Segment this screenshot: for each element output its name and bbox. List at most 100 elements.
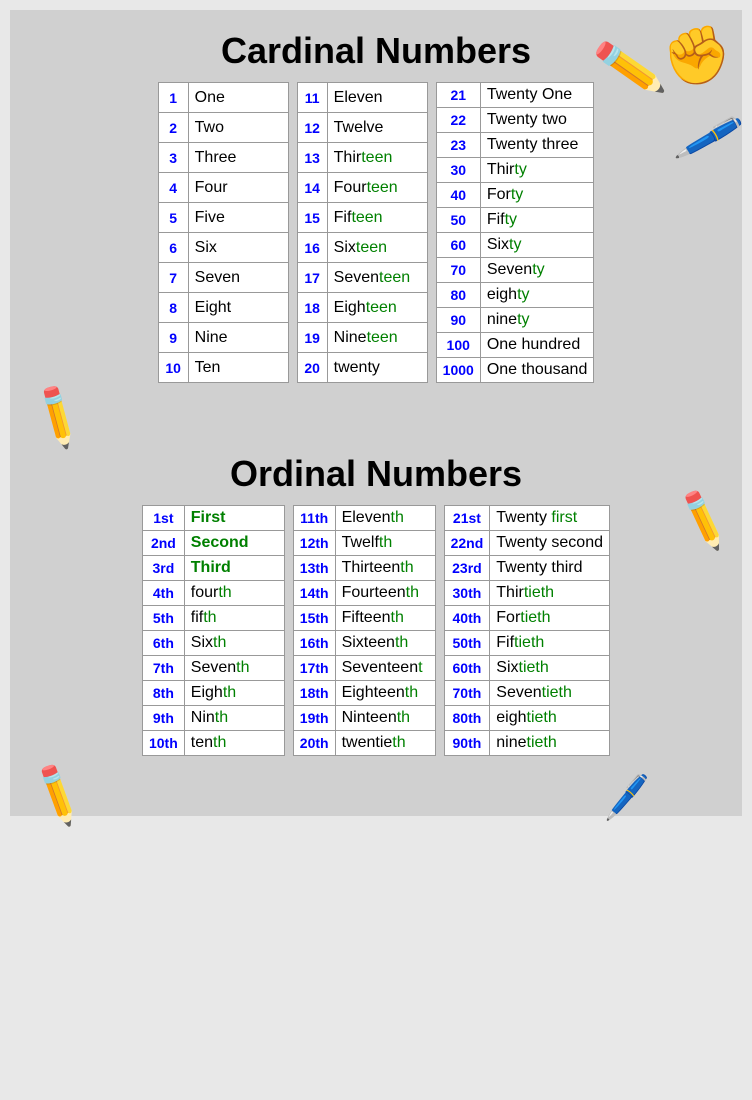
table-row: 90 ninety	[436, 308, 594, 333]
number-cell: 9	[158, 323, 188, 353]
word-cell: Eighth	[184, 681, 284, 706]
cardinal-tables-row: 1 One 2 Two 3 Three 4 Four 5 Five 6 Six …	[20, 82, 732, 383]
table-row: 13 Thirteen	[297, 143, 427, 173]
table-row: 70th Seventieth	[444, 681, 609, 706]
word-cell: One hundred	[480, 333, 594, 358]
table-row: 4 Four	[158, 173, 288, 203]
table-row: 13th Thirteenth	[293, 556, 435, 581]
table-row: 18th Eighteenth	[293, 681, 435, 706]
pencil-br1-icon: ✏️	[21, 759, 94, 831]
word-cell: Thirty	[480, 158, 594, 183]
number-cell: 22	[436, 108, 480, 133]
word-cell: Fifteenth	[335, 606, 435, 631]
number-cell: 11	[297, 83, 327, 113]
table-row: 1000 One thousand	[436, 358, 594, 383]
word-cell: tenth	[184, 731, 284, 756]
word-cell: Eighteen	[327, 293, 427, 323]
number-cell: 17th	[293, 656, 335, 681]
table-row: 18 Eighteen	[297, 293, 427, 323]
ordinal-table-2: 11th Eleventh 12th Twelfth 13th Thirteen…	[293, 505, 436, 756]
word-cell: Nineteen	[327, 323, 427, 353]
table-row: 16th Sixteenth	[293, 631, 435, 656]
word-cell: One	[188, 83, 288, 113]
table-row: 3 Three	[158, 143, 288, 173]
table-row: 2nd Second	[142, 531, 284, 556]
number-cell: 50	[436, 208, 480, 233]
word-cell: Eleven	[327, 83, 427, 113]
ordinal-table-1: 1st First 2nd Second 3rd Third 4th fourt…	[142, 505, 285, 756]
table-row: 100 One hundred	[436, 333, 594, 358]
word-cell: Twenty first	[490, 506, 610, 531]
ordinal-title: Ordinal Numbers	[20, 453, 732, 495]
number-cell: 15th	[293, 606, 335, 631]
number-cell: 5th	[142, 606, 184, 631]
table-row: 80th eightieth	[444, 706, 609, 731]
number-cell: 10	[158, 353, 188, 383]
word-cell: twentieth	[335, 731, 435, 756]
word-cell: Ninteenth	[335, 706, 435, 731]
word-cell: Four	[188, 173, 288, 203]
table-row: 7 Seven	[158, 263, 288, 293]
number-cell: 8	[158, 293, 188, 323]
word-cell: Seventh	[184, 656, 284, 681]
number-cell: 7	[158, 263, 188, 293]
table-row: 3rd Third	[142, 556, 284, 581]
table-row: 22nd Twenty second	[444, 531, 609, 556]
number-cell: 100	[436, 333, 480, 358]
word-cell: Fiftieth	[490, 631, 610, 656]
word-cell: Sixty	[480, 233, 594, 258]
word-cell: Twenty third	[490, 556, 610, 581]
word-cell: Twelve	[327, 113, 427, 143]
number-cell: 20	[297, 353, 327, 383]
table-row: 1 One	[158, 83, 288, 113]
table-row: 20th twentieth	[293, 731, 435, 756]
word-cell: Three	[188, 143, 288, 173]
word-cell: Two	[188, 113, 288, 143]
number-cell: 11th	[293, 506, 335, 531]
number-cell: 13	[297, 143, 327, 173]
number-cell: 80	[436, 283, 480, 308]
word-cell: Sixteen	[327, 233, 427, 263]
number-cell: 18th	[293, 681, 335, 706]
word-cell: twenty	[327, 353, 427, 383]
ordinal-section: Ordinal Numbers ✏️ 1st First 2nd Second …	[20, 453, 732, 806]
table-row: 30th Thirtieth	[444, 581, 609, 606]
word-cell: First	[184, 506, 284, 531]
number-cell: 80th	[444, 706, 490, 731]
table-row: 10 Ten	[158, 353, 288, 383]
number-cell: 50th	[444, 631, 490, 656]
word-cell: Ten	[188, 353, 288, 383]
number-cell: 40	[436, 183, 480, 208]
word-cell: Fortieth	[490, 606, 610, 631]
table-row: 50 Fifty	[436, 208, 594, 233]
table-row: 10th tenth	[142, 731, 284, 756]
table-row: 9th Ninth	[142, 706, 284, 731]
number-cell: 14th	[293, 581, 335, 606]
word-cell: Seventy	[480, 258, 594, 283]
number-cell: 18	[297, 293, 327, 323]
number-cell: 6	[158, 233, 188, 263]
number-cell: 60th	[444, 656, 490, 681]
ordinal-pencil-bottom-spacer: ✏️ 🖊️	[20, 766, 732, 806]
table-row: 9 Nine	[158, 323, 288, 353]
number-cell: 16	[297, 233, 327, 263]
number-cell: 12th	[293, 531, 335, 556]
word-cell: Seventeent	[335, 656, 435, 681]
number-cell: 90th	[444, 731, 490, 756]
word-cell: Third	[184, 556, 284, 581]
word-cell: Seventieth	[490, 681, 610, 706]
table-row: 60 Sixty	[436, 233, 594, 258]
word-cell: eighty	[480, 283, 594, 308]
word-cell: Twenty One	[480, 83, 594, 108]
number-cell: 9th	[142, 706, 184, 731]
table-row: 20 twenty	[297, 353, 427, 383]
cardinal-table-2: 11 Eleven 12 Twelve 13 Thirteen 14 Fourt…	[297, 82, 428, 383]
number-cell: 10th	[142, 731, 184, 756]
table-row: 80 eighty	[436, 283, 594, 308]
ordinal-tables-row: 1st First 2nd Second 3rd Third 4th fourt…	[20, 505, 732, 756]
number-cell: 4th	[142, 581, 184, 606]
table-row: 5 Five	[158, 203, 288, 233]
number-cell: 21	[436, 83, 480, 108]
number-cell: 23	[436, 133, 480, 158]
page: Cardinal Numbers ✏️✊ 🖊️ 1 One 2 Two 3 Th…	[10, 10, 742, 816]
